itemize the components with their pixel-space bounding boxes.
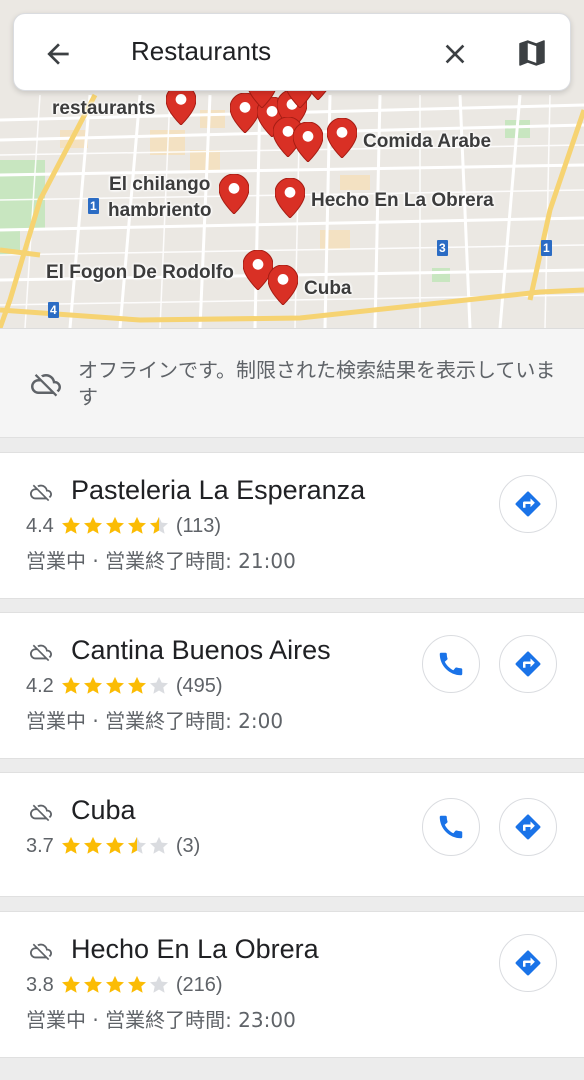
place-name[interactable]: Cuba xyxy=(71,795,136,826)
directions-button[interactable] xyxy=(499,798,557,856)
review-count: (216) xyxy=(175,973,223,996)
map-label-cuba[interactable]: Cuba xyxy=(304,276,352,302)
star-rating xyxy=(60,675,170,697)
star-full-icon xyxy=(83,836,102,854)
phone-icon xyxy=(439,815,463,839)
route-badge-1b: 1 xyxy=(541,240,552,256)
search-query[interactable]: Restaurants xyxy=(131,36,271,67)
result-card[interactable]: Cuba 3.7 (3) xyxy=(0,772,584,897)
rating-row: 3.8 (216) xyxy=(26,972,223,998)
star-full-icon xyxy=(61,676,80,694)
result-card[interactable]: Pasteleria La Esperanza 4.4 (113) 営業中 · 営業終… xyxy=(0,452,584,599)
call-button[interactable] xyxy=(422,635,480,693)
search-bar[interactable]: Restaurants xyxy=(13,13,571,91)
route-badge-4: 4 xyxy=(48,302,59,318)
map-pin[interactable] xyxy=(293,122,323,162)
directions-button[interactable] xyxy=(499,934,557,992)
directions-button[interactable] xyxy=(499,475,557,533)
map-label-fogon[interactable]: El Fogon De Rodolfo xyxy=(46,260,234,286)
cloud-off-icon xyxy=(30,943,52,961)
star-full-icon xyxy=(83,975,102,993)
rating-row: 4.2 (495) xyxy=(26,673,223,699)
star-empty-icon xyxy=(149,836,168,854)
close-icon[interactable] xyxy=(439,38,471,70)
star-full-icon xyxy=(105,516,124,534)
route-badge-1: 1 xyxy=(88,198,99,214)
result-card[interactable]: Cantina Buenos Aires 4.2 (495) 営業中 · 営業終了時間… xyxy=(0,612,584,759)
star-half-icon xyxy=(127,836,146,854)
rating-value: 4.4 xyxy=(26,514,54,537)
star-rating xyxy=(60,515,170,537)
opening-hours: 営業中 · 営業終了時間: 2:00 xyxy=(26,709,284,733)
route-badge-3: 3 xyxy=(437,240,448,256)
star-full-icon xyxy=(127,975,146,993)
result-card[interactable]: Hecho En La Obrera 3.8 (216) 営業中 · 営業終了時間: … xyxy=(0,911,584,1058)
review-count: (113) xyxy=(175,514,222,537)
directions-button[interactable] xyxy=(499,635,557,693)
cloud-off-icon xyxy=(31,374,61,397)
place-name[interactable]: Cantina Buenos Aires xyxy=(71,635,331,666)
rating-value: 4.2 xyxy=(26,674,54,697)
offline-banner: オフラインです。制限された検索結果を表示しています xyxy=(0,328,584,438)
directions-icon xyxy=(515,950,541,976)
star-full-icon xyxy=(61,836,80,854)
star-full-icon xyxy=(83,516,102,534)
star-full-icon xyxy=(105,975,124,993)
directions-icon xyxy=(515,814,541,840)
rating-value: 3.8 xyxy=(26,973,54,996)
arrow-back-icon[interactable] xyxy=(42,38,74,70)
directions-icon xyxy=(515,651,541,677)
list-bottom xyxy=(0,1058,584,1080)
opening-hours: 営業中 · 営業終了時間: 21:00 xyxy=(26,549,296,573)
review-count: (3) xyxy=(175,834,201,857)
map-pin[interactable] xyxy=(219,174,249,214)
map-label-el-chilango[interactable]: El chilango hambriento xyxy=(108,172,211,224)
star-rating xyxy=(60,974,170,996)
star-empty-icon xyxy=(149,676,168,694)
rating-row: 3.7 (3) xyxy=(26,833,200,859)
cloud-off-icon xyxy=(30,804,52,822)
star-half-icon xyxy=(149,516,168,534)
call-button[interactable] xyxy=(422,798,480,856)
map-pin[interactable] xyxy=(327,118,357,158)
phone-icon xyxy=(439,652,463,676)
star-full-icon xyxy=(83,676,102,694)
map-icon[interactable] xyxy=(515,36,549,70)
map-label-hecho[interactable]: Hecho En La Obrera xyxy=(311,188,494,214)
star-full-icon xyxy=(127,676,146,694)
star-full-icon xyxy=(105,676,124,694)
cloud-off-icon xyxy=(30,484,52,502)
directions-icon xyxy=(515,491,541,517)
map-label-restaurants[interactable]: restaurants xyxy=(52,96,156,122)
cloud-off-icon xyxy=(30,644,52,662)
map-pin[interactable] xyxy=(275,178,305,218)
star-empty-icon xyxy=(149,975,168,993)
map-pin[interactable] xyxy=(268,265,298,305)
review-count: (495) xyxy=(175,674,223,697)
map-label-comida-arabe[interactable]: Comida Arabe xyxy=(363,129,491,155)
rating-value: 3.7 xyxy=(26,834,54,857)
star-full-icon xyxy=(105,836,124,854)
star-full-icon xyxy=(61,516,80,534)
place-name[interactable]: Hecho En La Obrera xyxy=(71,934,319,965)
star-rating xyxy=(60,835,170,857)
map-pin[interactable] xyxy=(166,85,196,125)
opening-hours: 営業中 · 営業終了時間: 23:00 xyxy=(26,1008,296,1032)
star-full-icon xyxy=(61,975,80,993)
rating-row: 4.4 (113) xyxy=(26,513,221,539)
offline-message: オフラインです。制限された検索結果を表示しています xyxy=(78,358,556,409)
star-full-icon xyxy=(127,516,146,534)
place-name[interactable]: Pasteleria La Esperanza xyxy=(71,475,365,506)
